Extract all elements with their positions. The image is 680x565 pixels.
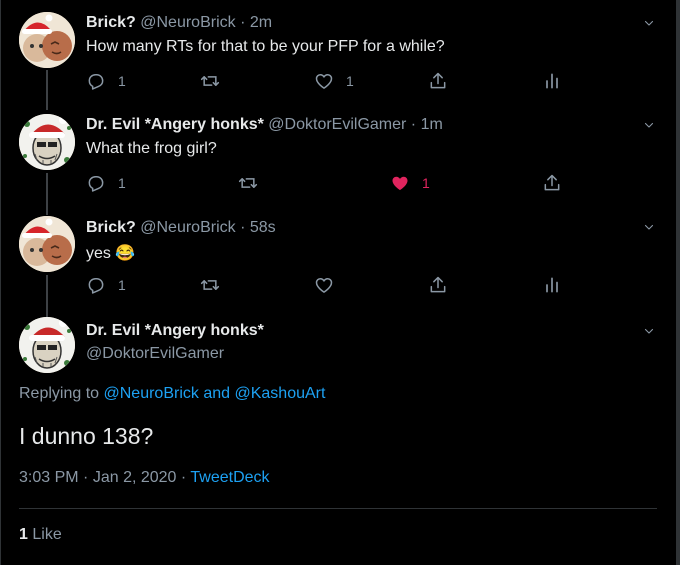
avatar-brick <box>19 216 75 272</box>
like-button[interactable] <box>314 274 334 296</box>
tweet-text: How many RTs for that to be your PFP for… <box>86 38 445 55</box>
chevron-down-icon[interactable] <box>643 119 655 131</box>
tweet-header: Dr. Evil *Angery honks* @DoktorEvilGamer… <box>86 116 443 134</box>
avatar[interactable] <box>19 12 75 68</box>
replying-and[interactable]: and <box>203 385 230 402</box>
share-icon <box>428 71 448 91</box>
tweet-actions: 1 1 <box>86 70 646 92</box>
tweet-text: I dunno 138? <box>19 423 154 449</box>
avatar-dr-evil <box>19 114 75 170</box>
retweet-button[interactable] <box>200 274 220 296</box>
retweet-button[interactable] <box>238 172 258 194</box>
like-label: Like <box>32 526 62 543</box>
share-button[interactable] <box>542 172 562 194</box>
tweet-source-link[interactable]: TweetDeck <box>190 469 269 486</box>
heart-icon <box>314 275 334 295</box>
like-total: 1 <box>19 526 28 543</box>
retweet-button[interactable] <box>200 70 220 92</box>
share-button[interactable] <box>428 274 448 296</box>
frame-right-border <box>676 0 680 565</box>
reply-count: 1 <box>118 73 126 89</box>
analytics-icon <box>542 71 562 91</box>
display-name[interactable]: Brick? <box>86 219 136 236</box>
tweet-text: yes 😂 <box>86 245 136 262</box>
retweet-icon <box>200 275 220 295</box>
reply-icon <box>86 275 106 295</box>
avatar-brick <box>19 12 75 68</box>
chevron-down-icon[interactable] <box>643 221 655 233</box>
replying-prefix: Replying to <box>19 385 100 402</box>
display-name[interactable]: Brick? <box>86 14 136 31</box>
tweet-meta: 3:03 PM · Jan 2, 2020 · TweetDeck <box>19 469 270 487</box>
tweet-date[interactable]: Jan 2, 2020 <box>93 469 177 486</box>
replying-to: Replying to @NeuroBrick and @KashouArt <box>19 385 325 403</box>
retweet-icon <box>238 173 258 193</box>
user-handle[interactable]: @DoktorEvilGamer <box>268 116 406 133</box>
user-handle[interactable]: @NeuroBrick <box>140 14 235 31</box>
reply-count: 1 <box>118 277 126 293</box>
user-handle[interactable]: @DoktorEvilGamer <box>86 345 224 363</box>
reply-count: 1 <box>118 175 126 191</box>
avatar[interactable] <box>19 317 75 373</box>
analytics-button[interactable] <box>542 70 562 92</box>
tweet-time[interactable]: 1m <box>421 116 443 133</box>
separator: · <box>410 116 417 133</box>
reply-icon <box>86 173 106 193</box>
separator: · <box>240 14 246 31</box>
retweet-icon <box>200 71 220 91</box>
display-name[interactable]: Dr. Evil *Angery honks* <box>86 322 264 340</box>
likes-summary[interactable]: 1 Like <box>19 526 62 544</box>
share-icon <box>428 275 448 295</box>
avatar-dr-evil <box>19 317 75 373</box>
display-name[interactable]: Dr. Evil *Angery honks* <box>86 116 264 133</box>
reply-button[interactable]: 1 <box>86 70 126 92</box>
tweet-header: Brick? @NeuroBrick · 2m <box>86 14 272 32</box>
separator: · <box>83 469 89 486</box>
like-button[interactable]: 1 <box>314 70 354 92</box>
tweet-actions: 1 <box>86 274 646 296</box>
analytics-icon <box>542 275 562 295</box>
like-count: 1 <box>422 175 430 191</box>
divider <box>19 508 657 509</box>
separator: · <box>180 469 187 486</box>
reply-button[interactable]: 1 <box>86 172 126 194</box>
mention-link[interactable]: @KashouArt <box>234 385 325 402</box>
chevron-down-icon[interactable] <box>643 17 655 29</box>
tweet-actions: 1 1 <box>86 172 646 194</box>
tweet-header: Brick? @NeuroBrick · 58s <box>86 219 276 237</box>
share-icon <box>542 173 562 193</box>
reply-button[interactable]: 1 <box>86 274 126 296</box>
avatar[interactable] <box>19 216 75 272</box>
heart-icon <box>314 71 334 91</box>
mention-link[interactable]: @NeuroBrick <box>104 385 199 402</box>
tweet-text: What the frog girl? <box>86 140 217 157</box>
user-handle[interactable]: @NeuroBrick <box>140 219 235 236</box>
share-button[interactable] <box>428 70 448 92</box>
like-button[interactable]: 1 <box>390 172 430 194</box>
analytics-button[interactable] <box>542 274 562 296</box>
tweet-time[interactable]: 2m <box>250 14 272 31</box>
like-count: 1 <box>346 73 354 89</box>
tweet-item[interactable]: Dr. Evil *Angery honks* @DoktorEvilGamer… <box>0 104 676 208</box>
tweet-item[interactable]: Brick? @NeuroBrick · 58s yes 😂 1 <box>0 208 676 312</box>
heart-icon <box>390 173 410 193</box>
reply-icon <box>86 71 106 91</box>
tweet-item[interactable]: Brick? @NeuroBrick · 2m How many RTs for… <box>0 0 676 104</box>
separator: · <box>240 219 246 236</box>
tweet-time[interactable]: 58s <box>250 219 276 236</box>
chevron-down-icon[interactable] <box>643 325 655 337</box>
avatar[interactable] <box>19 114 75 170</box>
tweet-time[interactable]: 3:03 PM <box>19 469 79 486</box>
